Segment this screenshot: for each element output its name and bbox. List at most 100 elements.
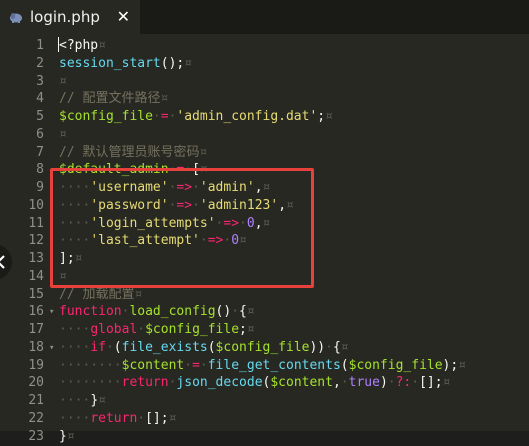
line-number: 22 — [28, 410, 44, 426]
code-token: ¤ — [98, 393, 106, 408]
line-number: 5 — [36, 109, 44, 124]
code-token: 'admin_config.dat' — [176, 109, 318, 124]
code-token: function — [59, 304, 122, 320]
code-text: $config_file·=·'admin_config.dat';¤ — [59, 108, 333, 126]
code-token: · — [411, 375, 420, 391]
code-token: ···· — [59, 339, 91, 355]
line-number: 17 — [28, 322, 44, 337]
code-token: ········ — [59, 375, 122, 391]
code-token: () — [215, 304, 232, 320]
line-number: 11 — [28, 215, 44, 231]
code-token: ) — [379, 375, 388, 391]
code-token: ¤ — [160, 91, 169, 107]
line-number: 9 — [36, 180, 44, 195]
code-text: // 配置文件路径¤ — [59, 90, 168, 108]
code-line[interactable]: 15 // 加载配置¤ — [0, 286, 529, 304]
line-number: 20 — [28, 375, 44, 391]
code-line[interactable]: 3 ¤ — [0, 73, 529, 91]
code-line[interactable]: 18 ▾ ····if·(file_exists($config_file))·{¤ — [0, 339, 529, 357]
code-token: file_get_contents — [207, 357, 341, 373]
code-token: []; — [419, 375, 443, 391]
code-line[interactable]: 5 $config_file·=·'admin_config.dat';¤ — [0, 108, 529, 126]
code-line[interactable]: 22 ····return·[];¤ — [0, 410, 529, 428]
code-token: global — [90, 322, 138, 337]
code-text: ········return·json_decode($content,·tru… — [59, 374, 450, 392]
code-line[interactable]: 17 ····global·$config_file;¤ — [0, 321, 529, 339]
code-text: ········$content·=·file_get_contents($co… — [59, 357, 466, 375]
line-number: 6 — [36, 126, 44, 142]
code-token: · — [137, 410, 146, 426]
code-text: }¤ — [59, 428, 75, 446]
code-line[interactable]: 19 ········$content·=·file_get_contents($… — [0, 357, 529, 375]
code-token: = — [160, 109, 169, 124]
code-line[interactable]: 2 session_start();¤ — [0, 55, 529, 73]
code-line[interactable]: 7 // 默认管理员账号密码¤ — [0, 144, 529, 162]
line-number: 7 — [36, 144, 44, 160]
code-token: ( — [340, 357, 349, 373]
line-number: 18 — [28, 339, 44, 355]
tab-bar: login.php ✕ — [0, 0, 529, 34]
line-number: 21 — [28, 393, 44, 408]
line-number: 15 — [28, 286, 44, 302]
code-line[interactable]: 4 // 配置文件路径¤ — [0, 90, 529, 108]
code-token: ?: — [395, 375, 412, 391]
code-text: ····global·$config_file;¤ — [59, 321, 255, 339]
code-line[interactable]: 6 ¤ — [0, 126, 529, 144]
code-token: ···· — [59, 322, 91, 337]
code-token: ¤ — [134, 286, 143, 302]
code-token: return — [121, 375, 169, 391]
code-token: return — [90, 410, 138, 426]
code-line[interactable]: 21 ····}¤ — [0, 392, 529, 410]
code-token: (); — [160, 55, 185, 71]
code-token: ( — [207, 339, 216, 355]
code-token: ¤ — [246, 322, 255, 337]
code-token: ); — [442, 357, 459, 373]
code-text: // 默认管理员账号密码¤ — [59, 144, 207, 162]
code-text: ····return·[];¤ — [59, 410, 176, 428]
line-number: 3 — [36, 73, 44, 89]
code-token: · — [340, 375, 349, 391]
line-number: 12 — [28, 233, 44, 249]
code-editor[interactable]: 1 <?php¤ 2 session_start();¤ 3 ¤ 4// 配置文件路径¤ 5 $… — [0, 34, 529, 444]
code-token: ¤ — [246, 304, 255, 320]
code-token: ¤ — [98, 38, 106, 53]
code-token: true — [348, 375, 380, 391]
tab-login-php[interactable]: login.php ✕ — [0, 0, 140, 34]
close-icon[interactable]: ✕ — [117, 7, 130, 27]
code-token: ¤ — [199, 144, 208, 160]
code-line[interactable]: 1 <?php¤ — [0, 37, 529, 55]
php-elephant-icon — [8, 9, 24, 25]
code-token: ( — [113, 339, 122, 355]
code-token: ¤ — [59, 73, 67, 89]
fold-arrow-icon[interactable]: ▾ — [49, 303, 59, 321]
line-number: 2 — [36, 55, 44, 71]
code-token: // 默认管理员账号密码 — [59, 144, 200, 160]
line-number: 4 — [36, 91, 44, 107]
code-line[interactable]: 16 ▾ function·load_config()·{¤ — [0, 303, 529, 321]
code-token: · — [387, 375, 396, 391]
code-line[interactable]: 20 ········return·json_decode($content,·t… — [0, 374, 529, 392]
code-token: · — [325, 339, 333, 355]
code-token: · — [184, 357, 193, 373]
code-token: if — [90, 339, 106, 355]
code-token: load_config — [129, 304, 216, 320]
code-text: function·load_config()·{¤ — [59, 303, 255, 321]
code-text: session_start();¤ — [59, 55, 192, 73]
code-token: ; — [317, 109, 326, 124]
code-token: { — [332, 339, 341, 355]
line-number: 1 — [36, 38, 44, 53]
code-text: <?php¤ — [59, 37, 106, 55]
code-line[interactable]: 23 }¤ — [0, 428, 529, 446]
code-text: ····}¤ — [59, 392, 106, 410]
fold-arrow-icon[interactable]: ▾ — [49, 339, 59, 357]
code-token: · — [137, 322, 146, 337]
line-number: 23 — [28, 428, 44, 444]
code-token: ¤ — [168, 410, 177, 426]
code-token: , — [332, 375, 341, 391]
code-token: · — [105, 339, 114, 355]
code-token: · — [152, 109, 161, 124]
code-token: session_start — [59, 55, 161, 71]
code-token: ···· — [59, 393, 91, 408]
code-token: $content — [270, 375, 333, 391]
code-token: $config_file — [348, 357, 443, 373]
